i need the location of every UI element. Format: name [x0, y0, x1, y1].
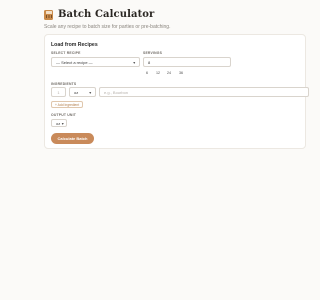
output-unit-value: oz — [56, 120, 61, 126]
servings-input[interactable]: 8 — [143, 57, 231, 67]
batch-form-card: Load from Recipes SELECT RECIPE — Select… — [44, 34, 309, 149]
calculate-batch-button[interactable]: Calculate Batch — [51, 133, 94, 144]
output-unit-label: OUTPUT UNIT — [51, 113, 76, 117]
ingredient-amount-value: 1 — [57, 89, 60, 95]
add-ingredient-label: + Add Ingredient — [55, 102, 80, 107]
calculator-icon — [44, 9, 53, 20]
servings-preset-6[interactable]: 6 — [146, 71, 148, 75]
servings-value: 8 — [148, 59, 151, 65]
servings-label: SERVINGS — [143, 51, 163, 55]
recipe-select[interactable]: — Select a recipe — ▼ — [51, 57, 140, 67]
ingredient-unit-select[interactable]: oz ▼ — [69, 87, 96, 97]
output-unit-select[interactable]: oz ▼ — [51, 119, 67, 127]
servings-preset-36[interactable]: 36 — [179, 71, 183, 75]
select-recipe-label: SELECT RECIPE — [51, 51, 81, 55]
page-header: Batch Calculator Scale any recipe to bat… — [44, 9, 170, 30]
chevron-down-icon: ▼ — [61, 121, 65, 126]
page-subtitle: Scale any recipe to batch size for parti… — [44, 24, 171, 30]
recipe-select-value: — Select a recipe — — [56, 59, 93, 65]
servings-preset-24[interactable]: 24 — [167, 71, 171, 75]
page-title: Batch Calculator — [58, 9, 155, 20]
ingredient-amount-input[interactable]: 1 — [51, 87, 66, 97]
batch-calculator-page: Batch Calculator Scale any recipe to bat… — [0, 0, 309, 300]
title-row: Batch Calculator — [44, 9, 170, 20]
add-ingredient-button[interactable]: + Add Ingredient — [51, 101, 84, 108]
ingredient-unit-value: oz — [74, 89, 79, 95]
ingredient-name-placeholder: e.g., Bourbon — [104, 89, 129, 95]
servings-preset-12[interactable]: 12 — [156, 71, 160, 75]
chevron-down-icon: ▼ — [88, 90, 92, 95]
section-title: Load from Recipes — [51, 42, 98, 48]
chevron-down-icon: ▼ — [132, 60, 136, 65]
ingredients-label: INGREDIENTS — [51, 82, 77, 86]
ingredient-name-input[interactable]: e.g., Bourbon — [99, 87, 309, 97]
